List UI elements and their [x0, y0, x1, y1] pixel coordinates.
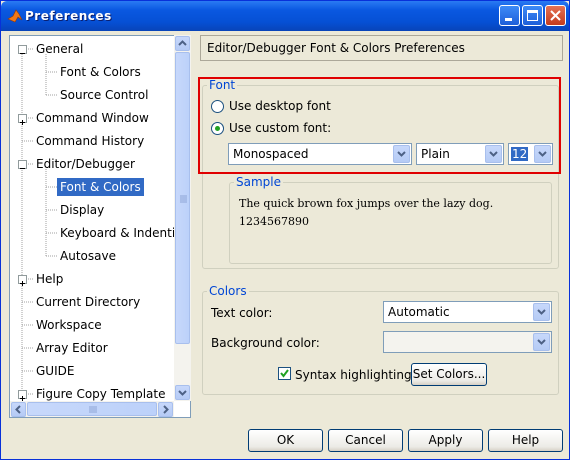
- checkmark-icon: [280, 369, 289, 378]
- maximize-button[interactable]: [522, 5, 543, 26]
- text-color-dropdown-button[interactable]: [533, 303, 550, 321]
- tree-item-workspace[interactable]: Workspace: [36, 316, 102, 334]
- close-icon: [550, 10, 561, 21]
- tree-item-help[interactable]: Help: [36, 270, 63, 288]
- apply-button[interactable]: Apply: [408, 429, 483, 452]
- syntax-highlighting-label[interactable]: Syntax highlighting: [295, 368, 412, 382]
- maximize-icon: [527, 10, 538, 21]
- tree-item-keyboard-indenting[interactable]: Keyboard & Indenting: [60, 224, 190, 242]
- scroll-down-button[interactable]: [175, 385, 190, 400]
- preferences-window: Preferences General Font & Colors Source…: [0, 0, 570, 460]
- horizontal-scroll-thumb[interactable]: [27, 402, 157, 416]
- collapse-editor-debugger-toggle[interactable]: [18, 160, 27, 169]
- panel-header: Editor/Debugger Font & Colors Preference…: [200, 35, 563, 61]
- tree-item-array-editor[interactable]: Array Editor: [36, 339, 108, 357]
- tree-item-command-history[interactable]: Command History: [36, 132, 144, 150]
- preferences-tree[interactable]: General Font & Colors Source Control Com…: [9, 35, 191, 418]
- minus-icon: [20, 53, 25, 54]
- background-color-dropdown-button[interactable]: [533, 333, 550, 351]
- tree-item-autosave[interactable]: Autosave: [60, 247, 116, 265]
- chevron-down-icon: [178, 390, 187, 396]
- chevron-right-icon: [163, 405, 169, 414]
- tree-item-general[interactable]: General: [36, 40, 83, 58]
- text-color-label: Text color:: [211, 306, 273, 320]
- tree-item-source-control[interactable]: Source Control: [60, 86, 148, 104]
- minimize-button[interactable]: [499, 5, 520, 26]
- grip-icon: [180, 195, 187, 203]
- panel-title: Editor/Debugger Font & Colors Preference…: [207, 41, 465, 55]
- expand-figure-copy-template-toggle[interactable]: [18, 390, 27, 401]
- text-color-select[interactable]: Automatic: [383, 301, 552, 323]
- minus-icon: [20, 168, 25, 169]
- minimize-icon: [505, 18, 512, 21]
- tree-item-display[interactable]: Display: [60, 201, 104, 219]
- matlab-logo-icon: [7, 9, 23, 23]
- chevron-left-icon: [15, 405, 21, 414]
- chevron-down-icon: [537, 309, 546, 315]
- scroll-right-button[interactable]: [158, 402, 173, 417]
- help-button[interactable]: Help: [488, 429, 563, 452]
- expand-command-window-toggle[interactable]: [18, 114, 27, 125]
- background-color-label: Background color:: [211, 336, 320, 350]
- scroll-up-button[interactable]: [175, 36, 190, 51]
- syntax-highlighting-checkbox[interactable]: [278, 367, 291, 380]
- sample-line-1: The quick brown fox jumps over the lazy …: [239, 197, 494, 210]
- close-button[interactable]: [545, 5, 566, 26]
- scroll-left-button[interactable]: [11, 402, 26, 417]
- colors-legend: Colors: [207, 284, 249, 298]
- grip-icon: [89, 406, 97, 413]
- text-color-value: Automatic: [388, 305, 450, 319]
- sample-line-2: 1234567890: [239, 215, 309, 228]
- background-color-select[interactable]: [383, 331, 552, 353]
- chevron-up-icon: [178, 40, 187, 46]
- tree-item-guide[interactable]: GUIDE: [36, 362, 74, 380]
- title-bar[interactable]: Preferences: [1, 1, 569, 31]
- expand-help-toggle[interactable]: [18, 275, 27, 286]
- collapse-general-toggle[interactable]: [18, 45, 27, 54]
- chevron-down-icon: [537, 339, 546, 345]
- tree-item-command-window[interactable]: Command Window: [36, 109, 149, 127]
- plus-icon: [20, 120, 25, 125]
- tree-item-editor-font-colors[interactable]: Font & Colors: [57, 178, 144, 196]
- tree-vertical-scrollbar[interactable]: [174, 35, 191, 401]
- highlight-annotation: [198, 77, 561, 174]
- ok-button[interactable]: OK: [248, 429, 323, 452]
- plus-icon: [20, 281, 25, 286]
- set-colors-button[interactable]: Set Colors...: [411, 363, 487, 386]
- cancel-button[interactable]: Cancel: [328, 429, 403, 452]
- tree-item-current-directory[interactable]: Current Directory: [36, 293, 140, 311]
- tree-item-general-font-colors[interactable]: Font & Colors: [60, 63, 141, 81]
- tree-item-editor-debugger[interactable]: Editor/Debugger: [36, 155, 135, 173]
- vertical-scroll-thumb[interactable]: [175, 52, 190, 344]
- tree-horizontal-scrollbar[interactable]: [10, 401, 174, 417]
- window-title: Preferences: [25, 9, 112, 23]
- sample-legend: Sample: [234, 175, 283, 189]
